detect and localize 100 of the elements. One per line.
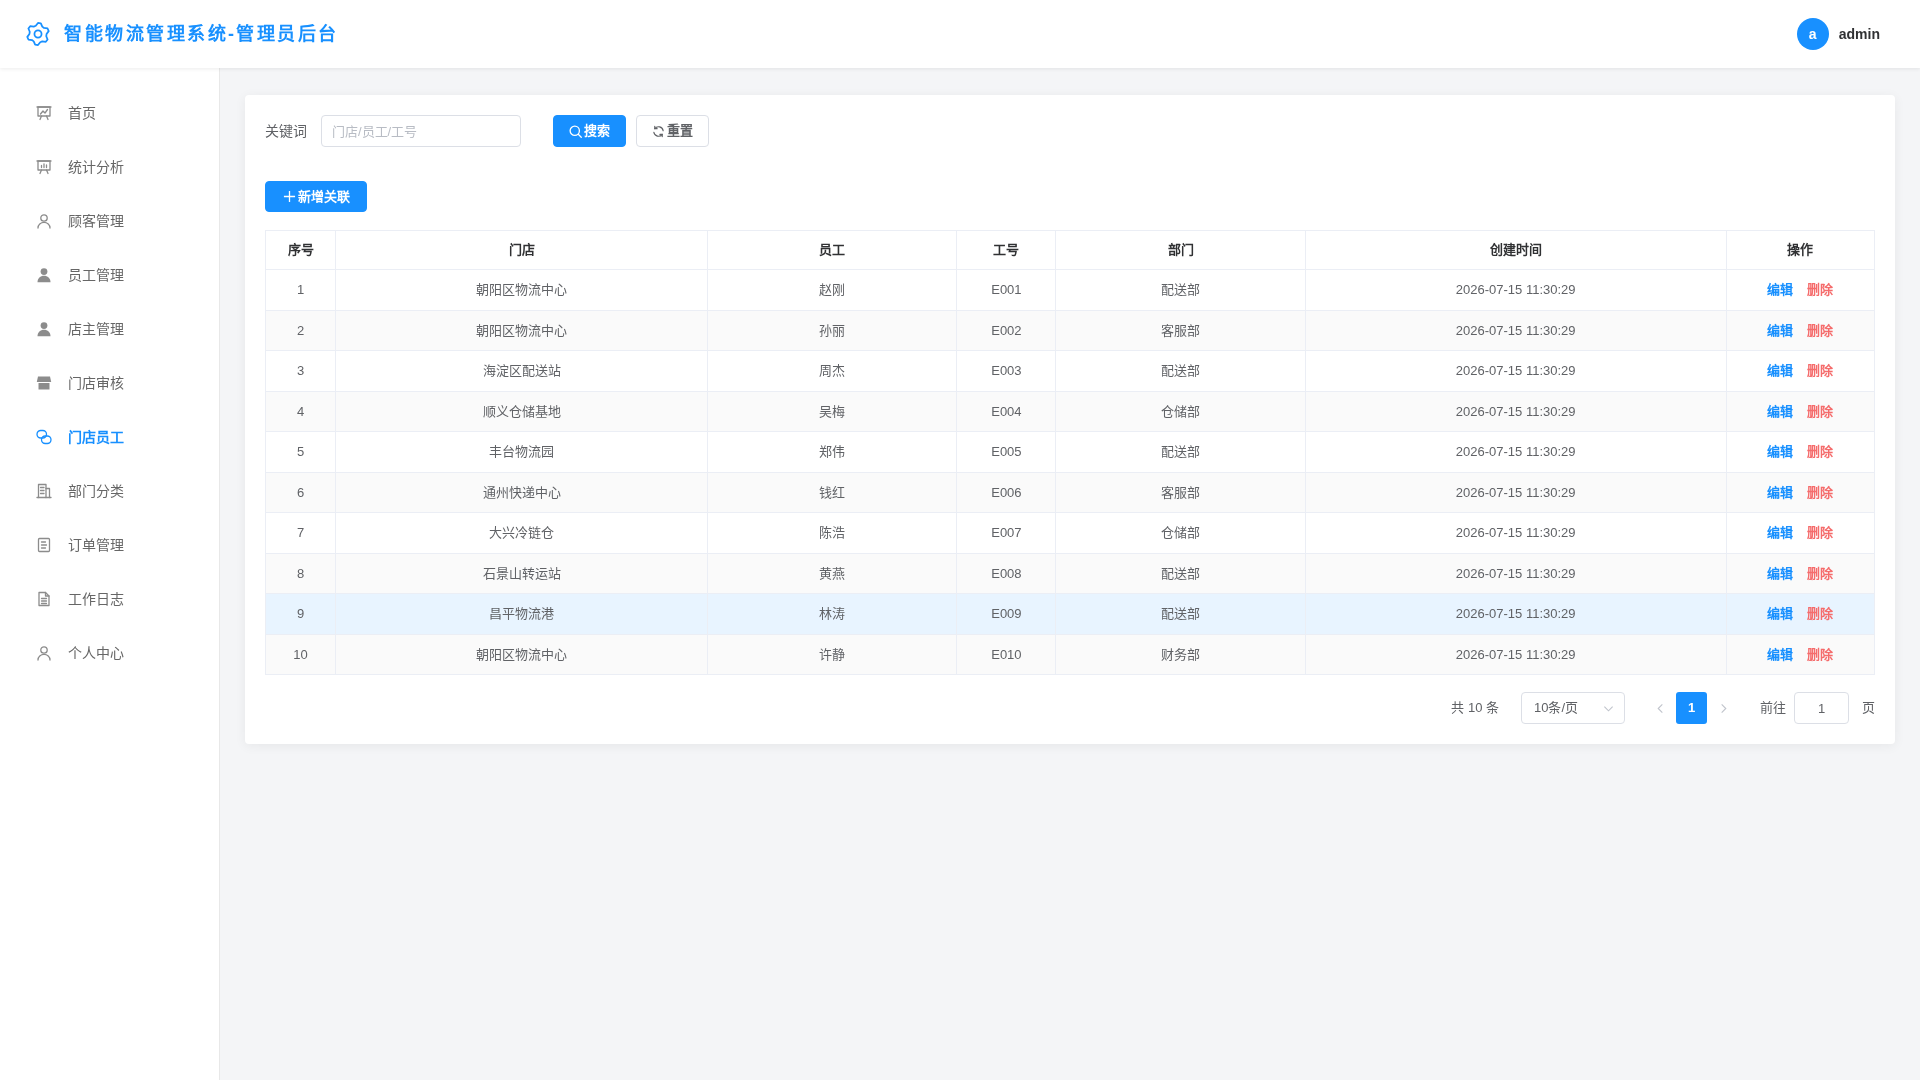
table-cell: 9 [265, 593, 336, 634]
sidebar-item[interactable]: 个人中心 [0, 626, 219, 680]
table-cell: 客服部 [1055, 310, 1306, 351]
user-icon [36, 321, 52, 337]
table-cell: 配送部 [1055, 269, 1306, 310]
delete-link[interactable]: 删除 [1807, 606, 1834, 621]
table-cell: 顺义仓储基地 [335, 391, 708, 432]
sidebar-item[interactable]: 门店员工 [0, 410, 219, 464]
table-cell: 配送部 [1055, 350, 1306, 391]
refresh-icon [652, 124, 665, 138]
edit-link[interactable]: 编辑 [1767, 646, 1794, 662]
table-cell: 2026-07-15 11:30:29 [1305, 634, 1727, 675]
table-cell: E008 [956, 553, 1056, 594]
table-cell: 2 [265, 310, 336, 351]
column-header: 员工 [707, 230, 957, 270]
table-cell: 石景山转运站 [335, 553, 708, 594]
plus-icon [282, 190, 296, 203]
table-cell: E005 [956, 431, 1056, 472]
add-button[interactable]: 新增关联 [265, 181, 367, 212]
edit-link[interactable]: 编辑 [1767, 403, 1794, 419]
edit-link[interactable]: 编辑 [1767, 525, 1794, 540]
column-header: 序号 [265, 230, 336, 270]
document-icon [36, 537, 52, 553]
delete-link[interactable]: 删除 [1807, 525, 1834, 540]
sidebar-item[interactable]: 订单管理 [0, 518, 219, 572]
table-cell: 7 [265, 512, 336, 553]
sidebar-item[interactable]: 部门分类 [0, 464, 219, 518]
table-cell: E006 [956, 472, 1056, 513]
delete-link[interactable]: 删除 [1807, 646, 1834, 662]
table-cell: 孙丽 [707, 310, 957, 351]
user-icon [36, 213, 52, 229]
table-cell: 赵刚 [707, 269, 957, 310]
edit-link[interactable]: 编辑 [1767, 606, 1794, 621]
delete-link[interactable]: 删除 [1807, 565, 1834, 581]
table-cell: 2026-07-15 11:30:29 [1305, 269, 1727, 310]
keyword-label: 关键词 [265, 121, 307, 141]
total-count: 共 10 条 [1451, 699, 1499, 718]
building-icon [36, 483, 52, 499]
edit-link[interactable]: 编辑 [1767, 363, 1794, 378]
table-cell: 仓储部 [1055, 512, 1306, 553]
table-cell: 配送部 [1055, 553, 1306, 594]
user-icon [36, 267, 52, 283]
table-cell: 配送部 [1055, 431, 1306, 472]
table-cell: 2026-07-15 11:30:29 [1305, 512, 1727, 553]
edit-link[interactable]: 编辑 [1767, 444, 1794, 459]
user-avatar: a [1796, 18, 1829, 50]
reset-button[interactable]: 重置 [636, 115, 709, 147]
table-cell: 客服部 [1055, 472, 1306, 513]
sidebar-item[interactable]: 门店审核 [0, 356, 219, 410]
bar-board-icon [36, 159, 52, 175]
page-number-field[interactable]: 1 [1794, 692, 1849, 724]
table-cell: 2026-07-15 11:30:29 [1305, 431, 1727, 472]
table-cell: 黄燕 [707, 553, 957, 594]
table-cell: 2026-07-15 11:30:29 [1305, 310, 1727, 351]
edit-link[interactable]: 编辑 [1767, 322, 1794, 338]
user-icon [36, 645, 52, 661]
table-cell: E009 [956, 593, 1056, 634]
link-icon [36, 429, 52, 445]
table-cell: 2026-07-15 11:30:29 [1305, 593, 1727, 634]
delete-link[interactable]: 删除 [1807, 403, 1834, 419]
column-header: 门店 [335, 230, 708, 270]
column-header: 操作 [1726, 230, 1875, 270]
keyword-field[interactable]: 门店/员工/工号 [321, 115, 521, 147]
settings-gear-icon [26, 22, 50, 46]
chart-board-icon [36, 105, 52, 121]
table-cell: 大兴冷链仓 [335, 512, 708, 553]
table-cell: 陈浩 [707, 512, 957, 553]
page-button[interactable]: 1 [1676, 692, 1707, 724]
edit-link[interactable]: 编辑 [1767, 565, 1794, 581]
table-cell: E003 [956, 350, 1056, 391]
delete-link[interactable]: 删除 [1807, 363, 1834, 378]
table-cell: E001 [956, 269, 1056, 310]
table-cell: 10 [265, 634, 336, 675]
table-cell: 2026-07-15 11:30:29 [1305, 553, 1727, 594]
table-cell: E004 [956, 391, 1056, 432]
sidebar-item[interactable]: 员工管理 [0, 248, 219, 302]
sidebar-item[interactable]: 顾客管理 [0, 194, 219, 248]
column-header: 创建时间 [1305, 230, 1727, 270]
table-cell: 4 [265, 391, 336, 432]
delete-link[interactable]: 删除 [1807, 282, 1834, 297]
delete-link[interactable]: 删除 [1807, 322, 1834, 338]
table-cell: 朝阳区物流中心 [335, 634, 708, 675]
sidebar-item[interactable]: 工作日志 [0, 572, 219, 626]
sidebar-item[interactable]: 统计分析 [0, 140, 219, 194]
table-cell: 钱红 [707, 472, 957, 513]
user-name: admin [1838, 24, 1880, 44]
table-cell: 3 [265, 350, 336, 391]
page-size-select[interactable]: 10条/页 [1521, 692, 1625, 724]
delete-link[interactable]: 删除 [1807, 444, 1834, 459]
table-cell: 5 [265, 431, 336, 472]
column-header: 工号 [956, 230, 1056, 270]
edit-link[interactable]: 编辑 [1767, 282, 1794, 297]
search-button[interactable]: 搜索 [553, 115, 626, 147]
sidebar-item[interactable]: 店主管理 [0, 302, 219, 356]
delete-link[interactable]: 删除 [1807, 484, 1834, 500]
edit-link[interactable]: 编辑 [1767, 484, 1794, 500]
sidebar-item[interactable]: 首页 [0, 86, 219, 140]
table-cell: 2026-07-15 11:30:29 [1305, 391, 1727, 432]
table-cell: E010 [956, 634, 1056, 675]
table-cell: 1 [265, 269, 336, 310]
